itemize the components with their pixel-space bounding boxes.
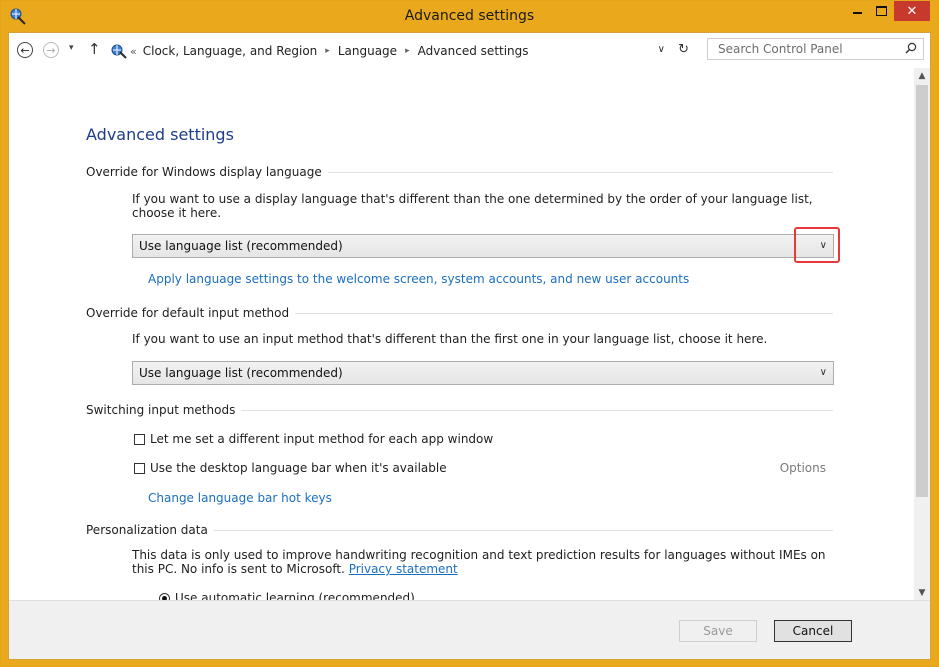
content-area: Advanced settings Override for Windows d… <box>9 68 914 601</box>
section-label: Personalization data <box>86 523 208 537</box>
address-bar[interactable]: « Clock, Language, and Region ▸ Language… <box>105 38 693 64</box>
forward-arrow-icon: → <box>46 43 56 57</box>
section-input-method: Override for default input method <box>86 306 833 320</box>
change-hot-keys-link[interactable]: Change language bar hot keys <box>148 491 332 505</box>
footer-bar: Save Cancel <box>9 600 930 659</box>
apply-language-settings-link[interactable]: Apply language settings to the welcome s… <box>148 272 689 286</box>
section-label: Override for default input method <box>86 306 290 320</box>
window-body: ← → ▾ ↑ « Clock, Language, and Region ▸ … <box>8 32 931 660</box>
cancel-button[interactable]: Cancel <box>774 620 852 642</box>
section-display-language: Override for Windows display language <box>86 165 833 179</box>
recent-locations-button[interactable]: ▾ <box>69 43 74 53</box>
personalization-text: This data is only used to improve handwr… <box>132 548 826 576</box>
search-input[interactable] <box>716 41 900 57</box>
language-bar-checkbox[interactable] <box>134 462 145 474</box>
section-personalization: Personalization data <box>86 523 833 537</box>
save-button[interactable]: Save <box>679 620 757 642</box>
back-button[interactable]: ← <box>17 42 33 58</box>
dropdown-value: Use language list (recommended) <box>139 366 343 380</box>
section-label: Override for Windows display language <box>86 165 322 179</box>
control-panel-window: Advanced settings ✕ ← → ▾ ↑ « Clock, Lan… <box>0 0 939 667</box>
minimize-button[interactable] <box>844 1 870 21</box>
maximize-button[interactable] <box>870 1 892 21</box>
maximize-icon <box>875 6 887 16</box>
checkbox-label[interactable]: Use the desktop language bar when it's a… <box>150 461 447 475</box>
up-button[interactable]: ↑ <box>88 40 101 58</box>
navigation-bar: ← → ▾ ↑ « Clock, Language, and Region ▸ … <box>9 33 930 68</box>
language-bar-checkbox-row[interactable]: Use the desktop language bar when it's a… <box>134 461 834 475</box>
close-icon: ✕ <box>906 3 918 19</box>
breadcrumb-overflow[interactable]: « <box>130 45 137 58</box>
input-method-dropdown[interactable]: Use language list (recommended) ∨ <box>132 361 834 385</box>
search-icon[interactable] <box>905 42 917 54</box>
checkbox-label[interactable]: Let me set a different input method for … <box>150 432 493 446</box>
input-method-description: If you want to use an input method that'… <box>132 332 768 346</box>
display-language-dropdown[interactable]: Use language list (recommended) ∨ <box>132 234 834 258</box>
divider <box>295 312 833 314</box>
vertical-scrollbar[interactable]: ▲ ▼ <box>914 68 930 601</box>
window-title: Advanced settings <box>404 8 535 24</box>
back-arrow-icon: ← <box>20 43 30 57</box>
breadcrumb-separator-icon[interactable]: ▸ <box>405 46 410 56</box>
breadcrumb-advanced-settings[interactable]: Advanced settings <box>418 44 529 58</box>
breadcrumb-separator-icon[interactable]: ▸ <box>325 46 330 56</box>
close-button[interactable]: ✕ <box>894 1 930 21</box>
minimize-icon <box>852 12 862 14</box>
display-language-description: If you want to use a display language th… <box>132 192 813 220</box>
privacy-statement-link[interactable]: Privacy statement <box>349 562 458 576</box>
breadcrumb-language[interactable]: Language <box>338 44 397 58</box>
per-app-input-checkbox-row[interactable]: Let me set a different input method for … <box>134 432 493 446</box>
page-title: Advanced settings <box>86 125 234 144</box>
chevron-down-icon[interactable]: ∨ <box>820 367 827 378</box>
breadcrumb-clock-language-region[interactable]: Clock, Language, and Region <box>143 44 318 58</box>
options-link[interactable]: Options <box>780 461 826 475</box>
divider <box>213 529 833 531</box>
title-bar[interactable]: Advanced settings ✕ <box>1 1 938 32</box>
scroll-up-icon[interactable]: ▲ <box>914 68 930 84</box>
scroll-down-icon[interactable]: ▼ <box>914 585 930 601</box>
control-panel-icon <box>111 44 127 59</box>
personalization-description: This data is only used to improve handwr… <box>132 548 842 576</box>
chevron-down-icon: ▾ <box>69 43 74 53</box>
address-dropdown-icon[interactable]: ∨ <box>658 44 665 55</box>
refresh-icon[interactable]: ↻ <box>678 42 689 57</box>
dropdown-value: Use language list (recommended) <box>139 239 343 253</box>
up-arrow-icon: ↑ <box>88 40 101 58</box>
search-box[interactable] <box>707 38 924 60</box>
section-switching-input: Switching input methods <box>86 403 833 417</box>
section-label: Switching input methods <box>86 403 236 417</box>
divider <box>241 409 833 411</box>
scroll-thumb[interactable] <box>916 85 928 497</box>
forward-button[interactable]: → <box>43 42 59 58</box>
per-app-input-checkbox[interactable] <box>134 433 145 445</box>
highlight-marker <box>794 227 840 263</box>
divider <box>327 171 833 173</box>
